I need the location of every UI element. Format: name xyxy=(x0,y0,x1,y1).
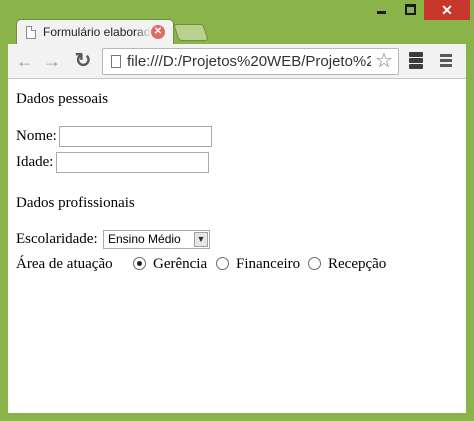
page-icon xyxy=(111,55,121,68)
radio-gerencia[interactable] xyxy=(133,257,146,270)
tab-title: Formulário elaborado xyxy=(43,25,151,39)
radio-recepcao[interactable] xyxy=(308,257,321,270)
new-tab-button[interactable] xyxy=(173,24,209,41)
maximize-button[interactable] xyxy=(397,0,424,20)
address-bar[interactable]: file:///D:/Projetos%20WEB/Projeto%20 ☆ xyxy=(102,48,399,75)
escolaridade-label: Escolaridade: xyxy=(16,231,98,247)
close-icon: ✕ xyxy=(441,2,453,18)
browser-toolbar: ← → ↻ file:///D:/Projetos%20WEB/Projeto%… xyxy=(8,44,466,79)
nome-input[interactable] xyxy=(59,126,212,147)
professional-data-heading: Dados profissionais xyxy=(16,195,135,211)
layers-extension-icon[interactable] xyxy=(406,51,428,71)
idade-input[interactable] xyxy=(56,152,209,173)
browser-window: ✕ Formulário elaborado ✕ ← → ↻ file:///D… xyxy=(0,0,474,421)
page-viewport: Dados pessoais Nome: Idade: Dados profis… xyxy=(8,79,466,413)
bookmark-star-icon[interactable]: ☆ xyxy=(373,50,395,72)
tab-active[interactable]: Formulário elaborado ✕ xyxy=(16,19,174,45)
radio-financeiro[interactable] xyxy=(216,257,229,270)
escolaridade-selected-value: Ensino Médio xyxy=(108,232,181,246)
document-icon xyxy=(26,26,36,39)
escolaridade-select[interactable]: Ensino Médio ▼ xyxy=(103,230,210,249)
forward-arrow-icon[interactable]: → xyxy=(41,51,63,71)
idade-label: Idade: xyxy=(16,154,54,170)
close-window-button[interactable]: ✕ xyxy=(424,0,470,20)
url-text[interactable]: file:///D:/Projetos%20WEB/Projeto%20 xyxy=(127,52,371,72)
option-label-financeiro[interactable]: Financeiro xyxy=(236,256,300,273)
menu-icon[interactable] xyxy=(438,52,454,68)
nome-label: Nome: xyxy=(16,128,57,144)
tab-close-icon[interactable]: ✕ xyxy=(151,25,165,39)
personal-data-heading: Dados pessoais xyxy=(16,91,109,107)
dropdown-arrow-icon[interactable]: ▼ xyxy=(194,232,208,247)
area-label: Área de atuação xyxy=(16,256,113,272)
option-label-gerencia[interactable]: Gerência xyxy=(153,256,207,273)
minimize-button[interactable] xyxy=(368,0,395,20)
back-arrow-icon[interactable]: ← xyxy=(14,51,36,71)
reload-icon[interactable]: ↻ xyxy=(72,51,94,71)
option-label-recepcao[interactable]: Recepção xyxy=(328,256,386,273)
